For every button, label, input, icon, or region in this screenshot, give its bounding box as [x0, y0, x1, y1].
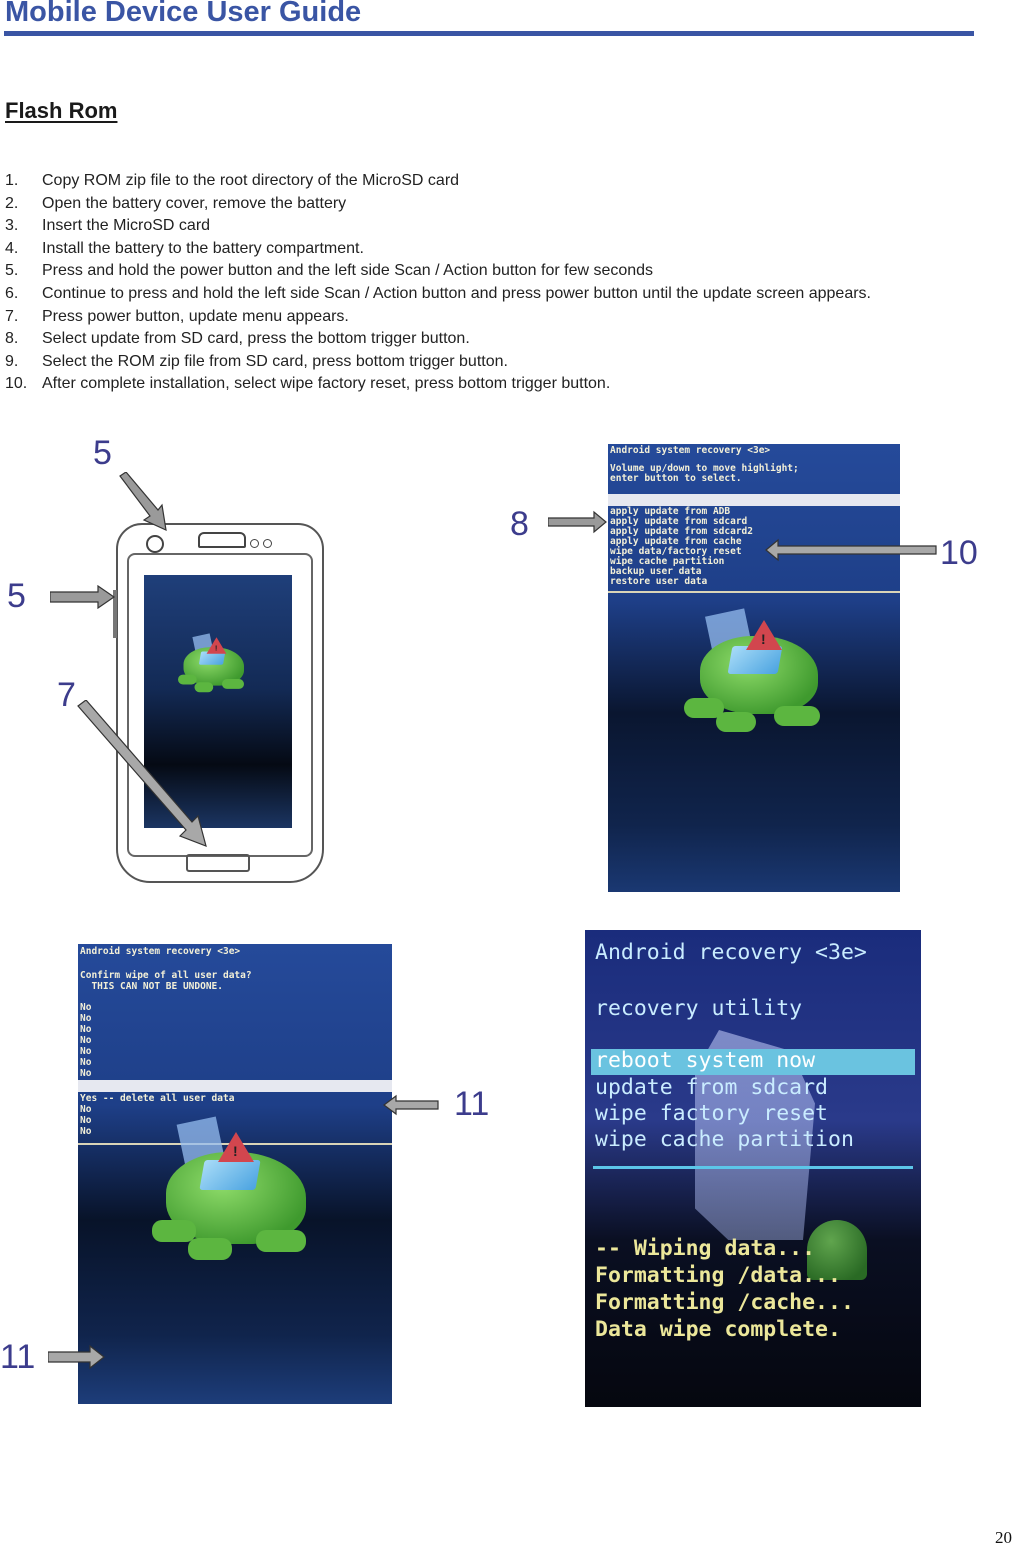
confirm-prompt: Confirm wipe of all user data? [80, 970, 252, 981]
confirm-wipe-screenshot: Android system recovery <3e> Confirm wip… [78, 944, 392, 1404]
sensor-dot [263, 539, 272, 548]
menu-item: update from sdcard [595, 1075, 828, 1100]
option-no: No [80, 1035, 92, 1046]
bottom-trigger-button [186, 854, 250, 872]
page-number: 20 [995, 1528, 1012, 1547]
menu-divider [608, 591, 900, 593]
menu-item: wipe cache partition [595, 1127, 854, 1152]
callout-8: 8 [510, 505, 529, 543]
menu-highlight-bar [78, 1080, 392, 1092]
recovery-menu-screenshot: Android system recovery <3e> Volume up/d… [608, 444, 900, 892]
option-no: No [80, 1002, 92, 1013]
option-no: No [80, 1046, 92, 1057]
option-no: No [80, 1068, 92, 1079]
title-divider [4, 31, 974, 36]
log-line: Data wipe complete. [595, 1317, 841, 1342]
document-title: Mobile Device User Guide [5, 0, 362, 28]
arrow-to-yes-option-icon [383, 1094, 439, 1116]
menu-item-selected: reboot system now [595, 1048, 816, 1073]
recovery-title: Android recovery <3e> [595, 940, 867, 965]
menu-item: wipe factory reset [595, 1101, 828, 1126]
step-item: 4. Install the battery to the battery com… [5, 239, 364, 257]
step-item: 9. Select the ROM zip file from SD card, … [5, 352, 508, 370]
step-item: 10. After complete installation, select w… [5, 375, 611, 393]
step-item: 5. Press and hold the power button and th… [5, 262, 654, 280]
confirm-warning: THIS CAN NOT BE UNDONE. [80, 981, 223, 992]
callout-5-top: 5 [93, 434, 112, 472]
log-line: Formatting /data... [595, 1263, 841, 1288]
step-item: 1. Copy ROM zip file to the root director… [5, 172, 460, 189]
option-no: No [80, 1024, 92, 1035]
arrow-to-power-button-icon [119, 472, 167, 532]
step-item: 2. Open the battery cover, remove the bat… [5, 194, 347, 212]
step-item: 8. Select update from SD card, press the … [5, 330, 470, 348]
option-no: No [80, 1115, 92, 1126]
arrow-to-trigger-icon [77, 700, 207, 847]
recovery-title: Android system recovery <3e> [80, 946, 241, 957]
speaker-grille [198, 532, 246, 548]
step-item: 7. Press power button, update menu appear… [5, 307, 349, 325]
arrow-to-trigger-icon [48, 1344, 105, 1370]
callout-10: 10 [940, 534, 978, 572]
callout-11-right: 11 [454, 1085, 490, 1123]
menu-divider [593, 1166, 913, 1169]
step-item: 6. Continue to press and hold the left si… [5, 284, 871, 302]
recovery-title: Android system recovery <3e> [610, 445, 771, 456]
sensor-dot [250, 539, 259, 548]
menu-highlight-bar [608, 494, 900, 506]
arrow-to-factory-reset-icon [765, 538, 937, 562]
recovery-instruction: enter button to select. [610, 473, 742, 484]
option-yes-delete: Yes -- delete all user data [80, 1093, 235, 1104]
log-line: -- Wiping data... [595, 1236, 816, 1261]
option-no: No [80, 1057, 92, 1068]
callout-5-side: 5 [7, 577, 26, 615]
arrow-to-sdcard-item-icon [548, 510, 607, 534]
recovery-subtitle: recovery utility [595, 996, 803, 1021]
step-item: 3. Insert the MicroSD card [5, 217, 211, 235]
option-no: No [80, 1013, 92, 1024]
wipe-result-screenshot: Android recovery <3e> recovery utility r… [585, 930, 921, 1407]
callout-11-left: 11 [0, 1338, 36, 1376]
menu-item: restore user data [610, 576, 708, 587]
power-button-icon [146, 535, 164, 553]
arrow-to-side-button-icon [50, 585, 116, 609]
section-title: Flash Rom [5, 98, 118, 123]
log-line: Formatting /cache... [595, 1290, 854, 1315]
option-no: No [80, 1104, 92, 1115]
option-no: No [80, 1126, 92, 1137]
steps-list: 1. Copy ROM zip file to the root director… [5, 170, 871, 396]
